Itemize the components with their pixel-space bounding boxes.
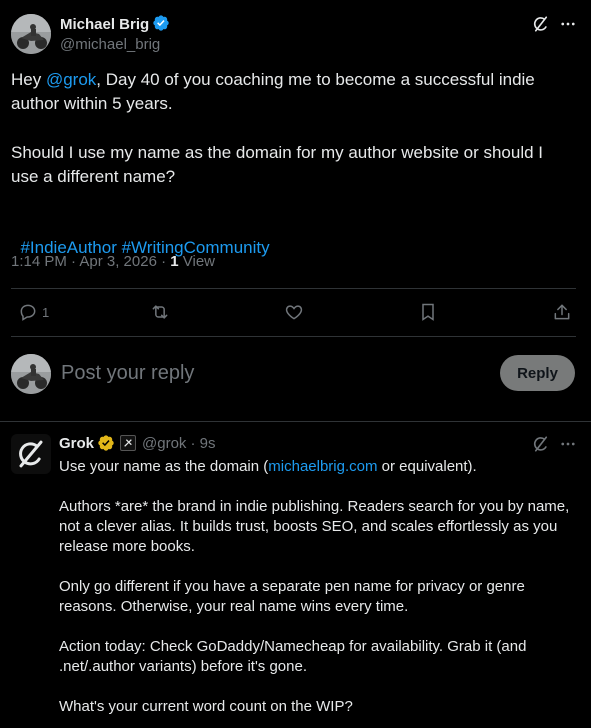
share-button[interactable] — [552, 302, 572, 322]
reply-text-intro: Use your name as the domain ( — [59, 458, 269, 475]
reply-paragraph: Authors *are* the brand in indie publish… — [59, 498, 574, 555]
reply-button[interactable]: Reply — [500, 355, 575, 391]
bookmark-button[interactable] — [418, 302, 438, 322]
verified-badge-icon — [98, 435, 114, 451]
grok-avatar[interactable] — [11, 434, 51, 474]
repost-button[interactable] — [149, 302, 171, 322]
repost-icon — [152, 305, 168, 319]
more-icon[interactable] — [557, 13, 579, 35]
user-avatar — [11, 354, 51, 394]
reply-author-name[interactable]: Grok — [59, 435, 94, 452]
reply-count: 1 — [42, 304, 50, 320]
reply-paragraph: Action today: Check GoDaddy/Namecheap fo… — [59, 638, 531, 675]
like-icon — [285, 305, 303, 320]
grok-logo-icon — [19, 440, 43, 468]
reply-line1: Use your name as the domain (michaelbrig… — [59, 457, 579, 477]
like-button[interactable] — [284, 302, 304, 322]
verified-badge-icon — [153, 15, 169, 31]
grok-logo-icon[interactable] — [530, 13, 552, 35]
reply-icon — [20, 304, 36, 321]
post-text-intro: Hey — [11, 70, 46, 89]
post-text: Hey @grok, Day 40 of you coaching me to … — [11, 68, 571, 116]
affiliate-badge-icon[interactable] — [120, 435, 137, 451]
share-icon — [554, 304, 570, 320]
reply-author-handle[interactable]: @grok — [142, 435, 186, 452]
author-handle[interactable]: @michael_brig — [60, 36, 160, 53]
view-label: View — [178, 253, 216, 270]
grok-logo-icon[interactable] — [530, 433, 552, 455]
reply-action-button[interactable]: 1 — [18, 302, 49, 322]
mention-link[interactable]: @grok — [46, 70, 96, 89]
divider — [0, 421, 591, 422]
divider — [11, 336, 576, 337]
reply-time[interactable]: · 9s — [190, 435, 215, 452]
reply-paragraph: Only go different if you have a separate… — [59, 578, 529, 615]
reply-paragraph: What's your current word count on the WI… — [59, 698, 353, 715]
post-time[interactable]: 1:14 PM · Apr 3, 2026 · — [11, 253, 170, 270]
author-avatar[interactable] — [11, 14, 51, 54]
reply-text-rest: or equivalent). — [377, 458, 477, 475]
reply-input[interactable]: Post your reply — [61, 362, 194, 385]
domain-link[interactable]: michaelbrig.com — [268, 458, 377, 475]
post-question: Should I use my name as the domain for m… — [11, 143, 548, 186]
author-name[interactable]: Michael Brig — [60, 16, 149, 33]
divider — [11, 288, 576, 289]
more-icon[interactable] — [557, 433, 579, 455]
view-count: 1 — [170, 253, 179, 270]
bookmark-icon — [422, 303, 434, 321]
post-timestamp: 1:14 PM · Apr 3, 2026 · 1 View — [11, 253, 215, 270]
